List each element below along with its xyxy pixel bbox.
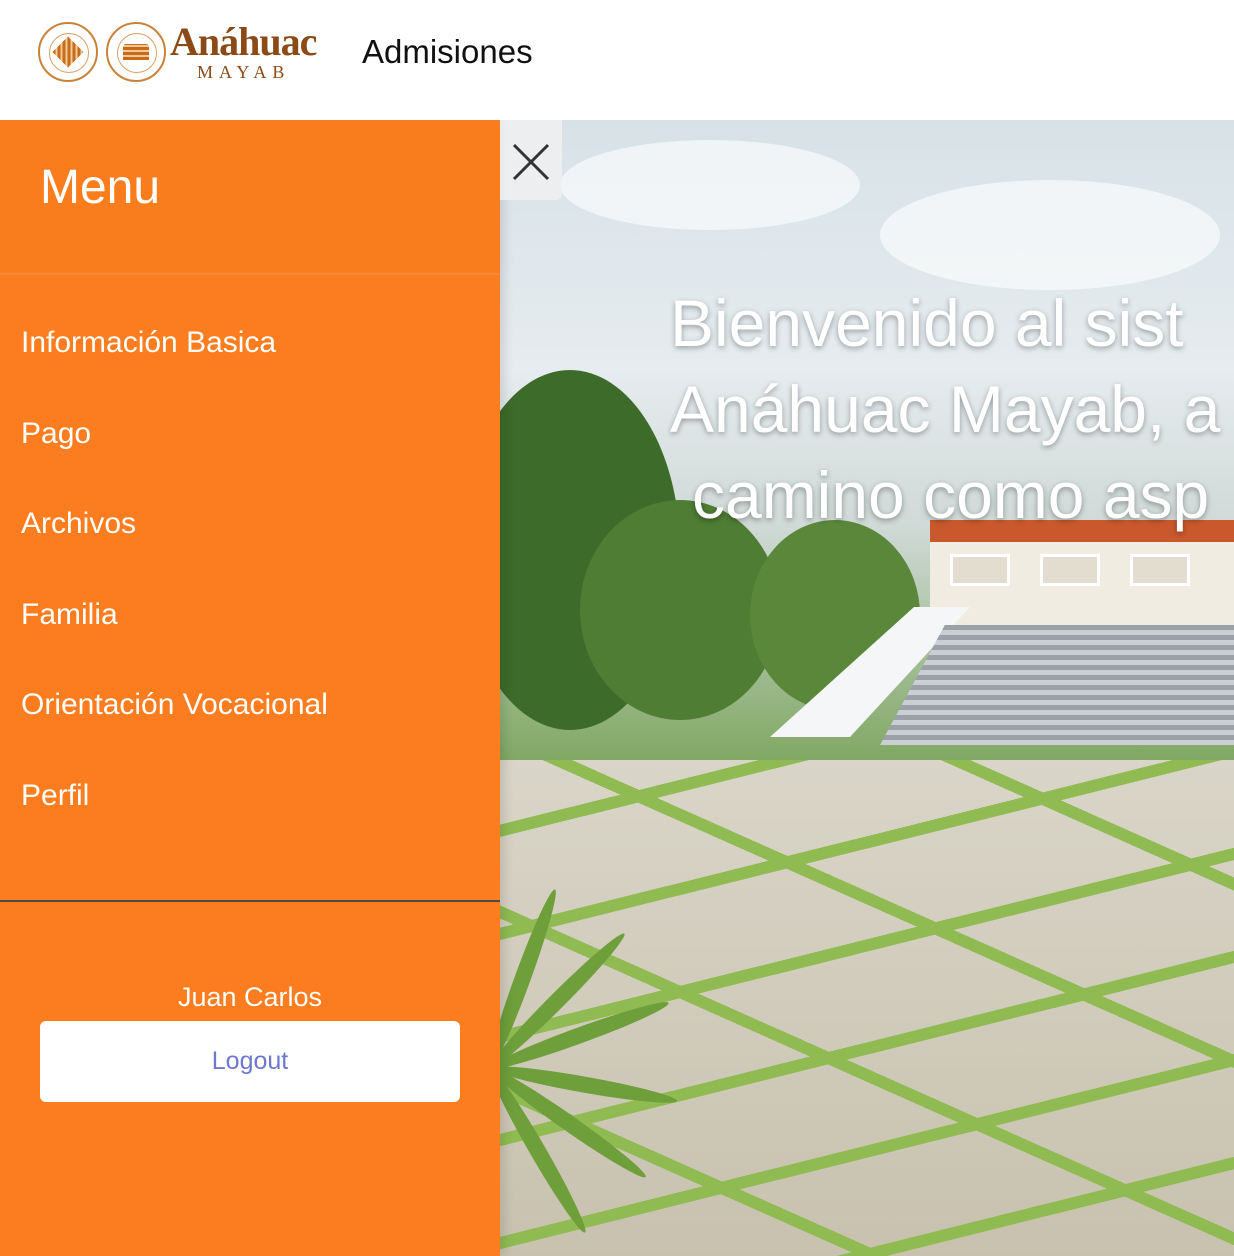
menu-item-orientacion-vocacional[interactable]: Orientación Vocacional [0, 687, 500, 778]
anahuac-seal-icon [38, 22, 98, 82]
palm-plant [500, 860, 710, 1256]
side-menu-drawer: Menu Información Basica Pago Archivos Fa… [0, 120, 500, 1256]
menu-list: Información Basica Pago Archivos Familia… [0, 325, 500, 869]
menu-item-archivos[interactable]: Archivos [0, 506, 500, 597]
welcome-line-1: Bienvenido al sist [670, 286, 1184, 360]
app-title: Admisiones [362, 33, 533, 70]
top-header: Anáhuac MAYAB Admisiones [0, 0, 1234, 120]
user-name: Juan Carlos [177, 982, 323, 1012]
menu-item-pago[interactable]: Pago [0, 416, 500, 507]
menu-item-perfil[interactable]: Perfil [0, 778, 500, 869]
logout-button[interactable]: Logout [40, 1021, 460, 1102]
welcome-line-2: Anáhuac Mayab, a [670, 372, 1221, 446]
mayab-seal-icon [106, 22, 166, 82]
brand-wordmark: Anáhuac MAYAB [170, 20, 330, 84]
menu-item-informacion-basica[interactable]: Información Basica [0, 325, 500, 416]
drawer-header: Menu [0, 120, 500, 275]
anahuac-mayab-logo[interactable]: Anáhuac MAYAB [38, 20, 328, 84]
welcome-line-3: camino como asp [692, 458, 1210, 532]
menu-item-familia[interactable]: Familia [0, 597, 500, 688]
menu-divider [0, 900, 500, 902]
brand-sub: MAYAB [197, 62, 291, 82]
brand-name: Anáhuac [170, 19, 317, 64]
close-icon [512, 143, 550, 181]
drawer-title: Menu [40, 161, 161, 214]
welcome-text: Bienvenido al sist Anáhuac Mayab, a cami… [670, 280, 1234, 538]
close-menu-button[interactable] [500, 120, 562, 200]
main-area: Bienvenido al sist Anáhuac Mayab, a cami… [0, 120, 1234, 1256]
